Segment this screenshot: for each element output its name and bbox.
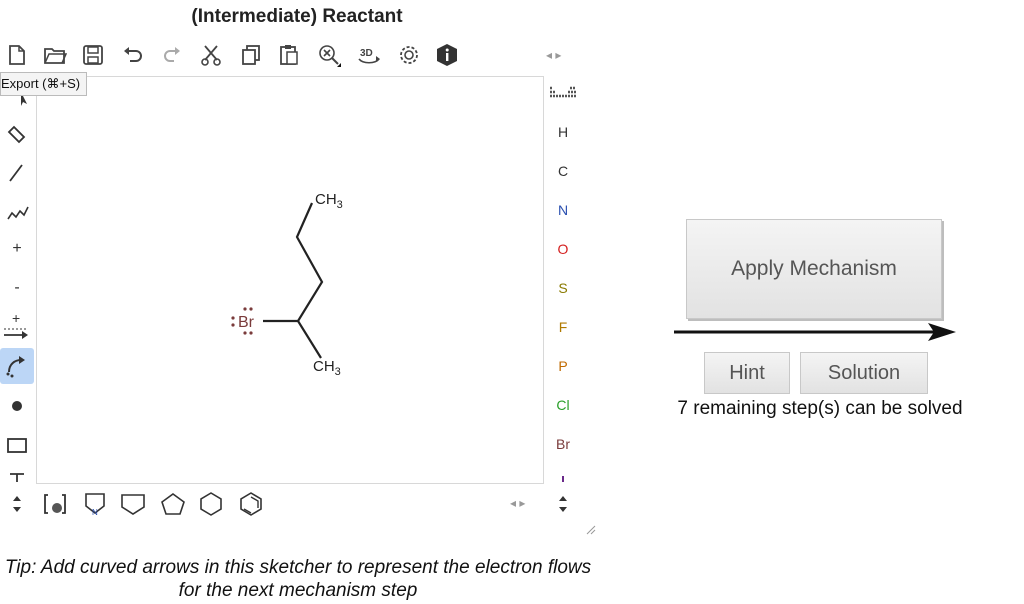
- cyclopropane-icon[interactable]: N: [80, 490, 110, 518]
- benzene-icon[interactable]: [236, 490, 266, 518]
- element-scroll-icon[interactable]: [548, 490, 578, 518]
- element-Br[interactable]: Br: [550, 436, 576, 452]
- 3d-icon[interactable]: 3D: [356, 42, 382, 68]
- molecule-structure: CH3 CH3 Br: [231, 191, 343, 378]
- element-S[interactable]: S: [550, 280, 576, 296]
- erase-tool[interactable]: [0, 116, 34, 152]
- zoom-clear-icon[interactable]: [316, 42, 342, 68]
- element-H[interactable]: H: [550, 124, 576, 140]
- curved-arrow-tool[interactable]: [0, 348, 34, 384]
- rectangle-tool[interactable]: [0, 428, 34, 464]
- element-N[interactable]: N: [550, 202, 576, 218]
- charge-minus-tool[interactable]: -: [0, 270, 34, 306]
- bottom-scroll-arrows[interactable]: ◂ ▸: [510, 496, 525, 510]
- element-O[interactable]: O: [550, 241, 576, 257]
- periodic-table-icon[interactable]: [548, 84, 576, 107]
- tip-text: Tip: Add curved arrows in this sketcher …: [4, 557, 592, 601]
- info-icon[interactable]: [434, 42, 460, 68]
- methyl-top-label: CH3: [315, 191, 343, 211]
- radical-tool[interactable]: [0, 388, 34, 424]
- remaining-steps-status: 7 remaining step(s) can be solved: [677, 398, 963, 419]
- new-icon[interactable]: [4, 42, 30, 68]
- cyclohexane-icon[interactable]: [196, 490, 226, 518]
- solution-button[interactable]: Solution: [800, 352, 928, 394]
- cut-icon[interactable]: [198, 42, 224, 68]
- cyclopentane-icon[interactable]: [158, 490, 188, 518]
- save-icon[interactable]: [80, 42, 106, 68]
- element-Cl[interactable]: Cl: [550, 397, 576, 413]
- element-P[interactable]: P: [550, 358, 576, 374]
- scroll-updown-icon[interactable]: [2, 490, 32, 518]
- apply-mechanism-button[interactable]: Apply Mechanism: [686, 219, 942, 319]
- drawing-canvas[interactable]: CH3 CH3 Br: [36, 76, 544, 484]
- reaction-arrow: [674, 323, 956, 341]
- paste-icon[interactable]: [276, 42, 302, 68]
- charge-plus-tool[interactable]: +: [0, 231, 34, 267]
- svg-text:3D: 3D: [360, 48, 373, 59]
- bromine-label: Br: [238, 314, 255, 331]
- redo-icon[interactable]: [158, 42, 184, 68]
- element-list-overflow: [562, 476, 564, 482]
- hint-button[interactable]: Hint: [704, 352, 790, 394]
- text-tool[interactable]: [0, 466, 34, 482]
- resize-handle[interactable]: [586, 522, 596, 540]
- copy-icon[interactable]: [238, 42, 264, 68]
- settings-icon[interactable]: [396, 42, 422, 68]
- toolbar-scroll-arrows[interactable]: ◂ ▸: [546, 48, 561, 62]
- bond-tool[interactable]: [0, 154, 34, 190]
- template-icon[interactable]: [40, 490, 70, 518]
- open-icon[interactable]: [42, 42, 68, 68]
- element-F[interactable]: F: [550, 319, 576, 335]
- methyl-bottom-label: CH3: [313, 358, 341, 378]
- element-C[interactable]: C: [550, 163, 576, 179]
- svg-text:+: +: [12, 311, 20, 326]
- chain-tool[interactable]: [0, 192, 34, 228]
- cyclobutane-icon[interactable]: [118, 490, 148, 518]
- undo-icon[interactable]: [120, 42, 146, 68]
- panel-title: (Intermediate) Reactant: [191, 6, 403, 27]
- svg-text:N: N: [92, 508, 98, 517]
- export-tooltip: Export (⌘+S): [0, 72, 88, 96]
- reaction-arrow-tool[interactable]: +: [0, 308, 34, 344]
